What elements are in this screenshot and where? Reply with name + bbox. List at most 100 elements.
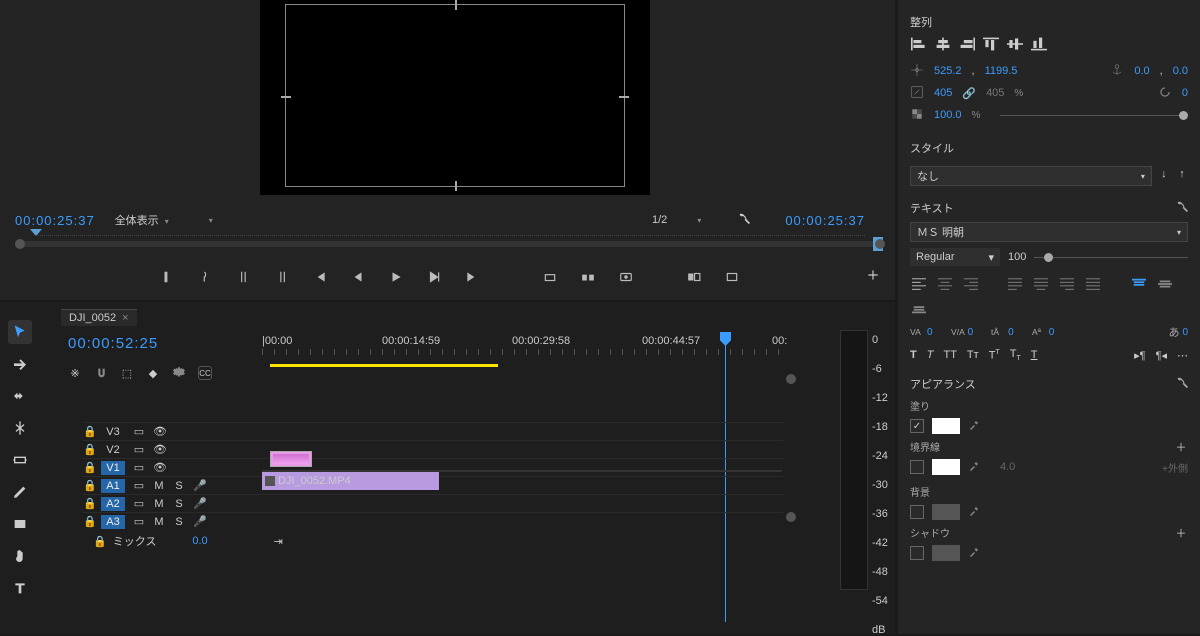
link-icon[interactable]: 🔗 [962,87,976,100]
font-weight-select[interactable]: Regular▾ [910,248,1000,266]
more-icon[interactable]: ⋯ [1177,349,1188,362]
playback-res-select[interactable]: 1/2▾ [652,214,701,226]
stroke-width[interactable]: 4.0 [1000,461,1015,473]
snap-toggle-icon[interactable]: ※ [68,366,82,380]
lock-icon[interactable]: 🔒 [83,443,93,456]
bracket-out-icon[interactable] [273,268,291,286]
shadow-checkbox[interactable] [910,546,924,560]
allcaps-icon[interactable]: TT [943,349,956,361]
bg-swatch[interactable] [932,504,960,520]
lock-icon[interactable]: 🔒 [83,497,93,510]
mix-track[interactable]: 🔒ミックス0.0⇥ [83,530,783,552]
ripple-tool-icon[interactable] [8,384,32,408]
push-style-down-icon[interactable]: ↓ [1158,167,1170,181]
hand-tool-icon[interactable] [8,544,32,568]
lock-icon[interactable]: 🔒 [83,425,93,438]
align-left-icon[interactable] [910,36,928,52]
razor-tool-icon[interactable] [8,416,32,440]
text-align-left-icon[interactable] [910,276,928,292]
align-top-icon[interactable] [982,36,1000,52]
mute-icon[interactable]: M [153,516,165,528]
justify-all-icon[interactable] [1084,276,1102,292]
subscript-icon[interactable]: TT [1010,348,1021,362]
compare-icon[interactable] [685,268,703,286]
eyedropper-icon[interactable] [968,505,980,520]
expand-icon[interactable]: ⇥ [274,535,283,548]
justify-right-icon[interactable] [1058,276,1076,292]
fill-swatch[interactable] [932,418,960,434]
add-shadow-icon[interactable]: ＋ [1174,526,1188,540]
add-button-icon[interactable] [866,268,880,282]
lift-icon[interactable] [541,268,559,286]
export-frame-icon[interactable] [617,268,635,286]
track-select-tool-icon[interactable] [8,352,32,376]
rotation-value[interactable]: 0 [1182,87,1188,99]
program-out-timecode[interactable]: 00:00:25:37 [785,213,865,228]
underline-icon[interactable]: T [1031,349,1038,361]
solo-icon[interactable]: S [173,498,185,510]
shadow-swatch[interactable] [932,545,960,561]
add-stroke-icon[interactable]: ＋ [1174,440,1188,454]
cc-icon[interactable]: CC [198,366,212,380]
scale-w-value[interactable]: 405 [934,87,952,99]
settings-icon[interactable] [172,366,186,380]
solo-icon[interactable]: S [173,516,185,528]
type-tool-icon[interactable] [8,576,32,600]
mark-in-icon[interactable] [159,268,177,286]
pos-x-value[interactable]: 525.2 [934,65,962,77]
slip-tool-icon[interactable] [8,448,32,472]
mark-out-icon[interactable] [197,268,215,286]
leading-field[interactable]: tÂ0 [991,326,1014,338]
track-v3[interactable]: 🔒V3▭👁 [83,422,783,440]
toggle-output-icon[interactable]: ▭ [133,443,145,456]
clip-video[interactable]: DJI_0052.MP4 [262,472,439,490]
mic-icon[interactable]: 🎤 [193,479,205,492]
mute-icon[interactable]: M [153,498,165,510]
stroke-swatch[interactable] [932,459,960,475]
time-ruler[interactable]: |00:00 00:00:14:59 00:00:29:58 00:00:44:… [262,335,782,349]
goto-out-icon[interactable] [463,268,481,286]
eyedropper-icon[interactable] [968,546,980,561]
play-icon[interactable] [387,268,405,286]
bg-checkbox[interactable] [910,505,924,519]
faux-bold-icon[interactable]: T [910,349,917,361]
toggle-output-icon[interactable]: ▭ [133,497,145,510]
justify-center-icon[interactable] [1032,276,1050,292]
lock-icon[interactable]: 🔒 [83,479,93,492]
anchor-x-value[interactable]: 0.0 [1134,65,1149,77]
stroke-checkbox[interactable] [910,460,924,474]
goto-in-icon[interactable] [311,268,329,286]
mix-value[interactable]: 0.0 [192,535,207,547]
bracket-in-icon[interactable] [235,268,253,286]
marker-icon[interactable]: ◆ [146,366,160,380]
tracking-field[interactable]: VA0 [910,326,933,338]
scale-h-value[interactable]: 405 [986,87,1004,99]
program-scrubber[interactable] [15,235,885,255]
program-in-timecode[interactable]: 00:00:25:37 [15,213,95,228]
magnet-icon[interactable] [94,366,108,380]
toggle-output-icon[interactable]: ▭ [133,461,145,474]
smallcaps-icon[interactable]: Tᴛ [967,349,979,361]
opacity-slider[interactable] [1000,115,1188,116]
meter-track[interactable] [840,330,868,590]
step-back-icon[interactable] [349,268,367,286]
baseline-field[interactable]: Aª0 [1032,326,1055,338]
playhead-marker[interactable] [873,237,883,251]
faux-italic-icon[interactable]: T [927,349,934,361]
eye-icon[interactable]: 👁 [153,443,165,456]
font-select[interactable]: ＭＳ 明朝▾ [910,222,1188,242]
solo-icon[interactable]: S [173,480,185,492]
align-vcenter-icon[interactable] [1006,36,1024,52]
text-align-center-icon[interactable] [936,276,954,292]
mic-icon[interactable]: 🎤 [193,497,205,510]
style-select[interactable]: なし▾ [910,166,1152,186]
toggle-output-icon[interactable]: ▭ [133,479,145,492]
zoom-level-select[interactable]: 全体表示▾ [115,212,169,228]
text-align-right-icon[interactable] [962,276,980,292]
opacity-value[interactable]: 100.0 [934,109,962,121]
pos-y-value[interactable]: 1199.5 [985,65,1018,77]
safe-margin-icon[interactable] [723,268,741,286]
font-size-slider[interactable] [1034,257,1188,258]
toggle-output-icon[interactable]: ▭ [133,425,145,438]
rect-tool-icon[interactable] [8,512,32,536]
